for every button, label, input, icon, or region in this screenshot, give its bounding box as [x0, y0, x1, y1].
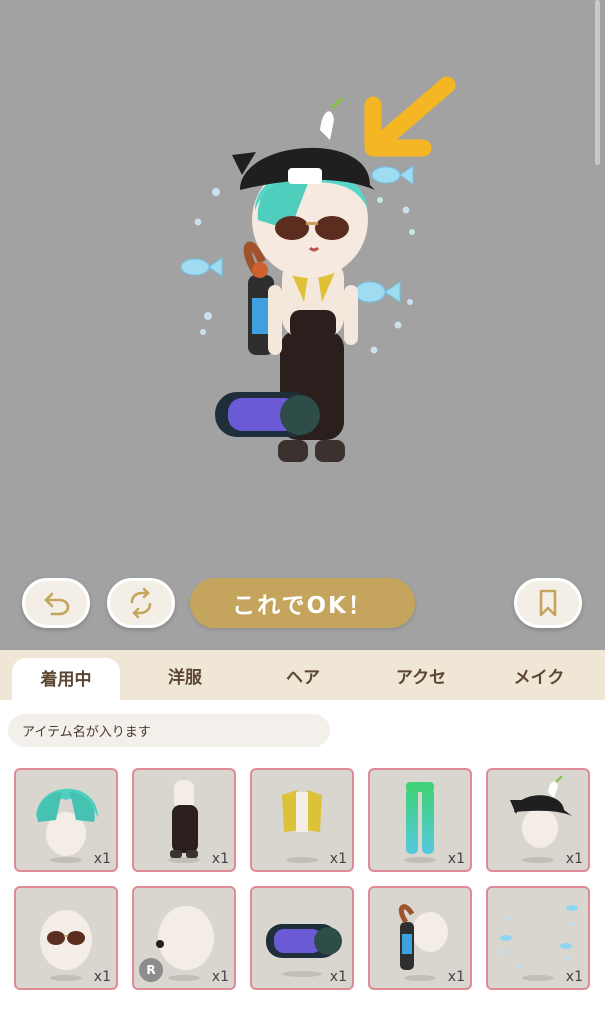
tab-makeup[interactable]: メイク	[484, 650, 594, 700]
avatar-character	[180, 96, 415, 462]
item-quantity: x1	[565, 851, 583, 867]
item-cell-bubbles-effect[interactable]: x1	[486, 886, 590, 990]
item-quantity: x1	[329, 969, 347, 985]
item-panel: アイテム名が入ります x1 x1 x1 x1 x1 x1 R x1 x1 x1 …	[0, 704, 605, 1024]
tab-hair[interactable]: ヘア	[248, 650, 358, 700]
item-cell-green-leggings[interactable]: x1	[368, 768, 472, 872]
item-quantity: x1	[329, 851, 347, 867]
item-cell-black-cap[interactable]: x1	[486, 768, 590, 872]
item-quantity: x1	[565, 969, 583, 985]
avatar-stage: これでOK！	[0, 0, 605, 650]
tab-wearing[interactable]: 着用中	[12, 658, 120, 704]
item-quantity: x1	[93, 851, 111, 867]
item-cell-air-tank[interactable]: x1	[368, 886, 472, 990]
item-cell-teal-hair[interactable]: x1	[14, 768, 118, 872]
tab-accessories[interactable]: アクセ	[366, 650, 476, 700]
item-quantity: x1	[93, 969, 111, 985]
bookmark-icon	[539, 589, 557, 617]
tab-clothes[interactable]: 洋服	[130, 650, 240, 700]
item-quantity: x1	[211, 969, 229, 985]
item-cell-sunglasses[interactable]: x1	[14, 886, 118, 990]
scrollbar[interactable]	[595, 0, 600, 165]
item-cell-yellow-vest[interactable]: x1	[250, 768, 354, 872]
randomize-button[interactable]	[107, 578, 175, 628]
refresh-arrows-icon	[130, 587, 152, 619]
item-quantity: x1	[447, 969, 465, 985]
undo-arrow-icon	[44, 592, 70, 616]
item-cell-earring[interactable]: R x1	[132, 886, 236, 990]
rare-badge: R	[139, 958, 163, 982]
item-name-label: アイテム名が入ります	[8, 714, 330, 747]
item-quantity: x1	[211, 851, 229, 867]
bookmark-button[interactable]	[514, 578, 582, 628]
item-quantity: x1	[447, 851, 465, 867]
ok-button[interactable]: これでOK！	[190, 578, 415, 628]
undo-button[interactable]	[22, 578, 90, 628]
category-tabs: 着用中 洋服 ヘア アクセ メイク	[0, 650, 605, 704]
item-cell-overalls[interactable]: x1	[132, 768, 236, 872]
item-cell-aquarium-bag[interactable]: x1	[250, 886, 354, 990]
